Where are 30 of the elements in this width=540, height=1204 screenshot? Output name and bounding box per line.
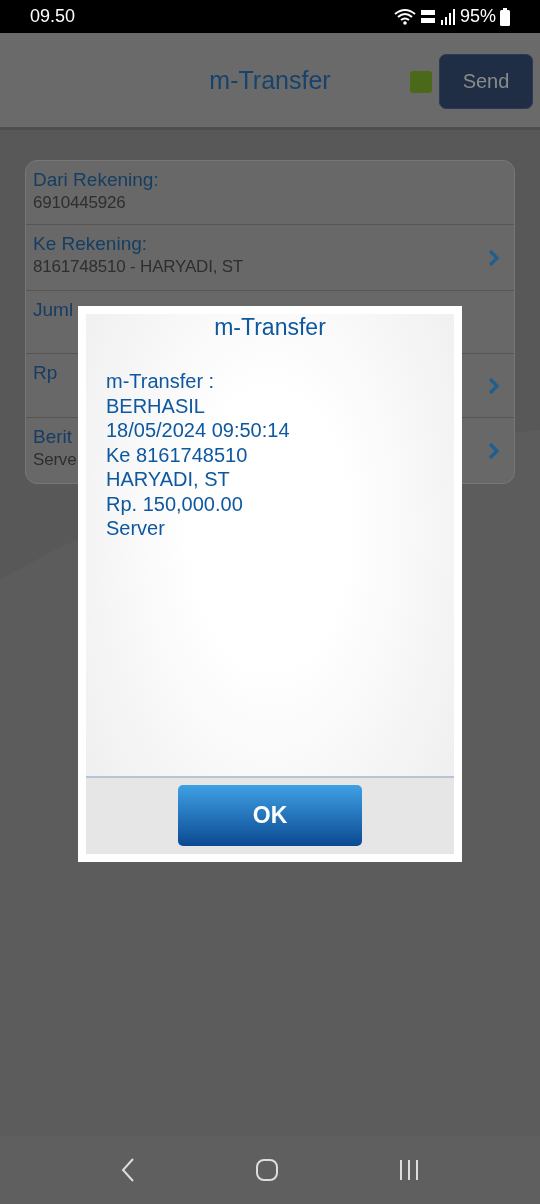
screen-title: m-Transfer bbox=[209, 65, 331, 95]
recent-apps-icon[interactable] bbox=[398, 1159, 421, 1181]
dialog-title: m-Transfer bbox=[214, 314, 326, 341]
field-value: 6910445926 bbox=[33, 193, 127, 213]
message-line: Ke 8161748510 bbox=[106, 442, 248, 467]
clock: 09.50 bbox=[30, 6, 76, 27]
field-label: Ke Rekening: bbox=[33, 233, 149, 255]
field-value: Serve bbox=[33, 450, 77, 470]
field-label: Berit bbox=[33, 426, 74, 448]
field-value: 8161748510 - HARYADI, ST bbox=[33, 257, 244, 277]
home-icon[interactable] bbox=[255, 1158, 279, 1182]
field-label: Rp bbox=[33, 362, 58, 384]
message-line: Server bbox=[106, 516, 165, 541]
wifi-icon bbox=[393, 7, 416, 26]
battery-icon bbox=[500, 7, 510, 26]
field-label: Juml bbox=[33, 299, 74, 321]
form-row[interactable]: Ke Rekening: 8161748510 - HARYADI, ST bbox=[26, 224, 514, 290]
message-line: HARYADI, ST bbox=[106, 467, 230, 492]
battery-percent: 95% bbox=[459, 6, 496, 27]
signal-icon bbox=[439, 8, 456, 25]
back-icon[interactable] bbox=[119, 1157, 136, 1183]
send-button[interactable]: Send bbox=[439, 54, 533, 109]
message-line: BERHASIL bbox=[106, 393, 205, 418]
form-row[interactable]: Dari Rekening: 6910445926 bbox=[26, 161, 514, 224]
message-line: Rp. 150,000.00 bbox=[106, 491, 243, 516]
field-label: Dari Rekening: bbox=[33, 169, 159, 191]
status-indicator-icon bbox=[410, 70, 432, 93]
ok-button[interactable]: OK bbox=[178, 785, 362, 846]
message-line: 18/05/2024 09:50:14 bbox=[106, 418, 290, 443]
message-line: m-Transfer : bbox=[106, 369, 215, 394]
